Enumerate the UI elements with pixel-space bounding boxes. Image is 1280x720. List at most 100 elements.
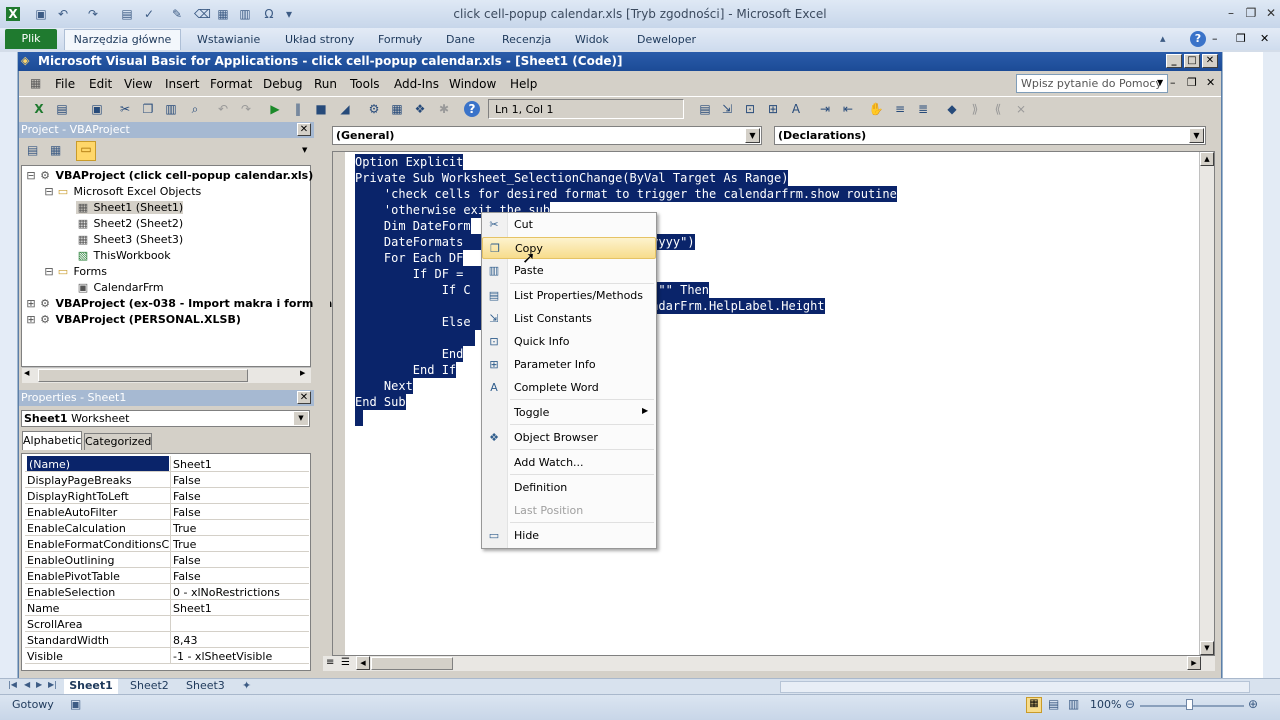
chart-icon[interactable]: ▥ xyxy=(238,7,252,21)
tree-node-forms[interactable]: ⊟ ▭ Forms xyxy=(42,265,107,278)
scroll-right-icon[interactable]: ▶ xyxy=(1187,656,1201,670)
pane-splitter[interactable] xyxy=(314,122,330,678)
menu-file[interactable]: File xyxy=(55,77,75,91)
toolbox-icon[interactable]: ✱ xyxy=(436,101,452,117)
expand-icon[interactable]: ⊞ xyxy=(24,313,38,326)
sheet-tab-sheet3[interactable]: Sheet3 xyxy=(186,679,225,692)
code-line[interactable]: End Sub xyxy=(355,394,406,410)
help-search-input[interactable]: Wpisz pytanie do Pomocy xyxy=(1016,74,1168,93)
format-painter-icon[interactable]: ✎ xyxy=(170,7,184,21)
chevron-down-icon[interactable]: ▼ xyxy=(745,128,760,143)
indent-icon[interactable]: ⇥ xyxy=(817,101,833,117)
tab-home[interactable]: Narzędzia główne xyxy=(64,29,181,50)
parameter-info-toolbar-icon[interactable]: ⊞ xyxy=(765,101,781,117)
full-module-view-icon[interactable]: ☰ xyxy=(341,657,350,668)
procedure-combo[interactable]: (Declarations) ▼ xyxy=(774,126,1206,145)
scroll-right-icon[interactable]: ▶ xyxy=(300,369,305,377)
project-hscroll[interactable]: ◀ ▶ xyxy=(22,367,311,383)
tab-alphabetic[interactable]: Alphabetic xyxy=(22,431,82,450)
scroll-left-icon[interactable]: ◀ xyxy=(24,369,29,377)
comment-block-icon[interactable]: ≡ xyxy=(892,101,908,117)
sheet-tab-sheet1[interactable]: Sheet1 xyxy=(64,679,118,694)
tab-page-layout[interactable]: Układ strony xyxy=(285,33,354,46)
tree-node-vbaproject-personal[interactable]: ⊞ ⚙ VBAProject (PERSONAL.XLSB) xyxy=(24,313,240,326)
property-row[interactable]: DisplayPageBreaks False xyxy=(25,472,309,488)
tab-view[interactable]: Widok xyxy=(575,33,609,46)
project-pane-close-icon[interactable]: ✕ xyxy=(297,123,311,136)
normal-view-icon[interactable]: ▦ xyxy=(1026,697,1042,713)
file-tab[interactable]: Plik xyxy=(5,29,57,49)
toggle-breakpoint-icon[interactable]: ✋ xyxy=(868,101,884,117)
property-row[interactable]: EnableCalculation True xyxy=(25,520,309,536)
code-hscroll[interactable]: ≡ ☰ ◀ ▶ xyxy=(323,656,1215,671)
tree-node-sheet1[interactable]: ▦ Sheet1 (Sheet1) xyxy=(76,201,184,214)
code-line[interactable]: For Each DF xyxy=(355,250,464,266)
design-mode-icon[interactable]: ◢ xyxy=(337,101,353,117)
uncomment-block-icon[interactable]: ≣ xyxy=(915,101,931,117)
tab-insert[interactable]: Wstawianie xyxy=(197,33,260,46)
previous-bookmark-icon[interactable]: ⟪ xyxy=(990,101,1006,117)
macro-record-icon[interactable]: ▣ xyxy=(70,697,81,711)
expand-icon[interactable]: ⊞ xyxy=(24,297,38,310)
undo-icon[interactable]: ↶ xyxy=(56,7,70,21)
chevron-down-icon[interactable]: ▼ xyxy=(1189,128,1204,143)
menu-item-list-properties-methods[interactable]: ▤ List Properties/Methods xyxy=(482,285,656,307)
properties-object-select[interactable]: Sheet1 Worksheet ▼ xyxy=(21,410,310,427)
property-row[interactable]: EnableSelection 0 - xlNoRestrictions xyxy=(25,584,309,600)
tab-formulas[interactable]: Formuły xyxy=(378,33,422,46)
procedure-view-icon[interactable]: ≡ xyxy=(326,657,334,668)
tab-data[interactable]: Dane xyxy=(446,33,475,46)
code-minimize-icon[interactable]: – xyxy=(1170,76,1176,89)
copy-toolbar-icon[interactable]: ❐ xyxy=(140,101,156,117)
clear-bookmarks-icon[interactable]: ⨯ xyxy=(1013,101,1029,117)
menu-item-object-browser[interactable]: ❖ Object Browser xyxy=(482,427,656,449)
vba-app-icon[interactable]: ◈ xyxy=(21,54,35,68)
property-row[interactable]: EnableAutoFilter False xyxy=(25,504,309,520)
help-icon[interactable]: ? xyxy=(1190,31,1206,47)
code-line[interactable]: Dim DateForm xyxy=(355,218,471,234)
zoom-slider-thumb[interactable] xyxy=(1186,699,1193,710)
view-excel-icon[interactable]: X xyxy=(31,101,47,117)
vba-help-icon[interactable]: ? xyxy=(464,101,480,117)
scroll-left-icon[interactable]: ◀ xyxy=(356,656,370,670)
form-icon[interactable]: ▦ xyxy=(216,7,230,21)
menu-item-list-constants[interactable]: ⇲ List Constants xyxy=(482,308,656,330)
tree-node-vbaproject-current[interactable]: ⊟ ⚙ VBAProject (click cell-popup calendar… xyxy=(24,169,313,182)
code-hscroll-thumb[interactable] xyxy=(371,657,453,670)
find-icon[interactable]: ⌕ xyxy=(187,101,203,117)
collapse-icon[interactable]: ⊟ xyxy=(42,265,56,278)
doc-restore-icon[interactable]: ❐ xyxy=(1236,32,1246,45)
menu-edit[interactable]: Edit xyxy=(89,77,112,91)
worksheet-vscroll[interactable] xyxy=(1263,52,1280,678)
page-layout-view-icon[interactable]: ▤ xyxy=(1048,697,1059,711)
scroll-down-icon[interactable]: ▼ xyxy=(1200,641,1214,655)
menu-item-paste[interactable]: ▥ Paste xyxy=(482,260,656,282)
menu-item-cut[interactable]: ✂ Cut xyxy=(482,214,656,236)
view-object-icon[interactable]: ▦ xyxy=(50,143,66,159)
menu-insert[interactable]: Insert xyxy=(165,77,199,91)
page-break-view-icon[interactable]: ▥ xyxy=(1068,697,1079,711)
tree-node-sheet2[interactable]: ▦ Sheet2 (Sheet2) xyxy=(76,217,183,230)
list-properties-toolbar-icon[interactable]: ▤ xyxy=(697,101,713,117)
properties-window-icon[interactable]: ▦ xyxy=(389,101,405,117)
zoom-in-icon[interactable]: ⊕ xyxy=(1248,697,1258,711)
cut-icon[interactable]: ✂ xyxy=(117,101,133,117)
menu-debug[interactable]: Debug xyxy=(263,77,302,91)
properties-pane-close-icon[interactable]: ✕ xyxy=(297,391,311,404)
tree-node-vbaproject-ex038[interactable]: ⊞ ⚙ VBAProject (ex-038 - Import makra i f… xyxy=(24,297,332,310)
collapse-icon[interactable]: ⊟ xyxy=(42,185,56,198)
menu-run[interactable]: Run xyxy=(314,77,337,91)
doc-minimize-icon[interactable]: – xyxy=(1212,32,1218,45)
vba-close-icon[interactable]: ✕ xyxy=(1202,54,1218,68)
outdent-icon[interactable]: ⇤ xyxy=(840,101,856,117)
menu-format[interactable]: Format xyxy=(210,77,252,91)
redo-toolbar-icon[interactable]: ↷ xyxy=(238,101,254,117)
redo-icon[interactable]: ↷ xyxy=(86,7,100,21)
insert-sheet-icon[interactable]: ✦ xyxy=(242,679,251,692)
code-line[interactable]: Next xyxy=(355,378,413,394)
worksheet-hscroll[interactable] xyxy=(780,681,1250,693)
property-row[interactable]: EnablePivotTable False xyxy=(25,568,309,584)
sheet-nav-first-icon[interactable]: |◀ xyxy=(8,680,17,689)
vba-restore-icon[interactable]: □ xyxy=(1184,54,1200,68)
menu-item-quick-info[interactable]: ⊡ Quick Info xyxy=(482,331,656,353)
